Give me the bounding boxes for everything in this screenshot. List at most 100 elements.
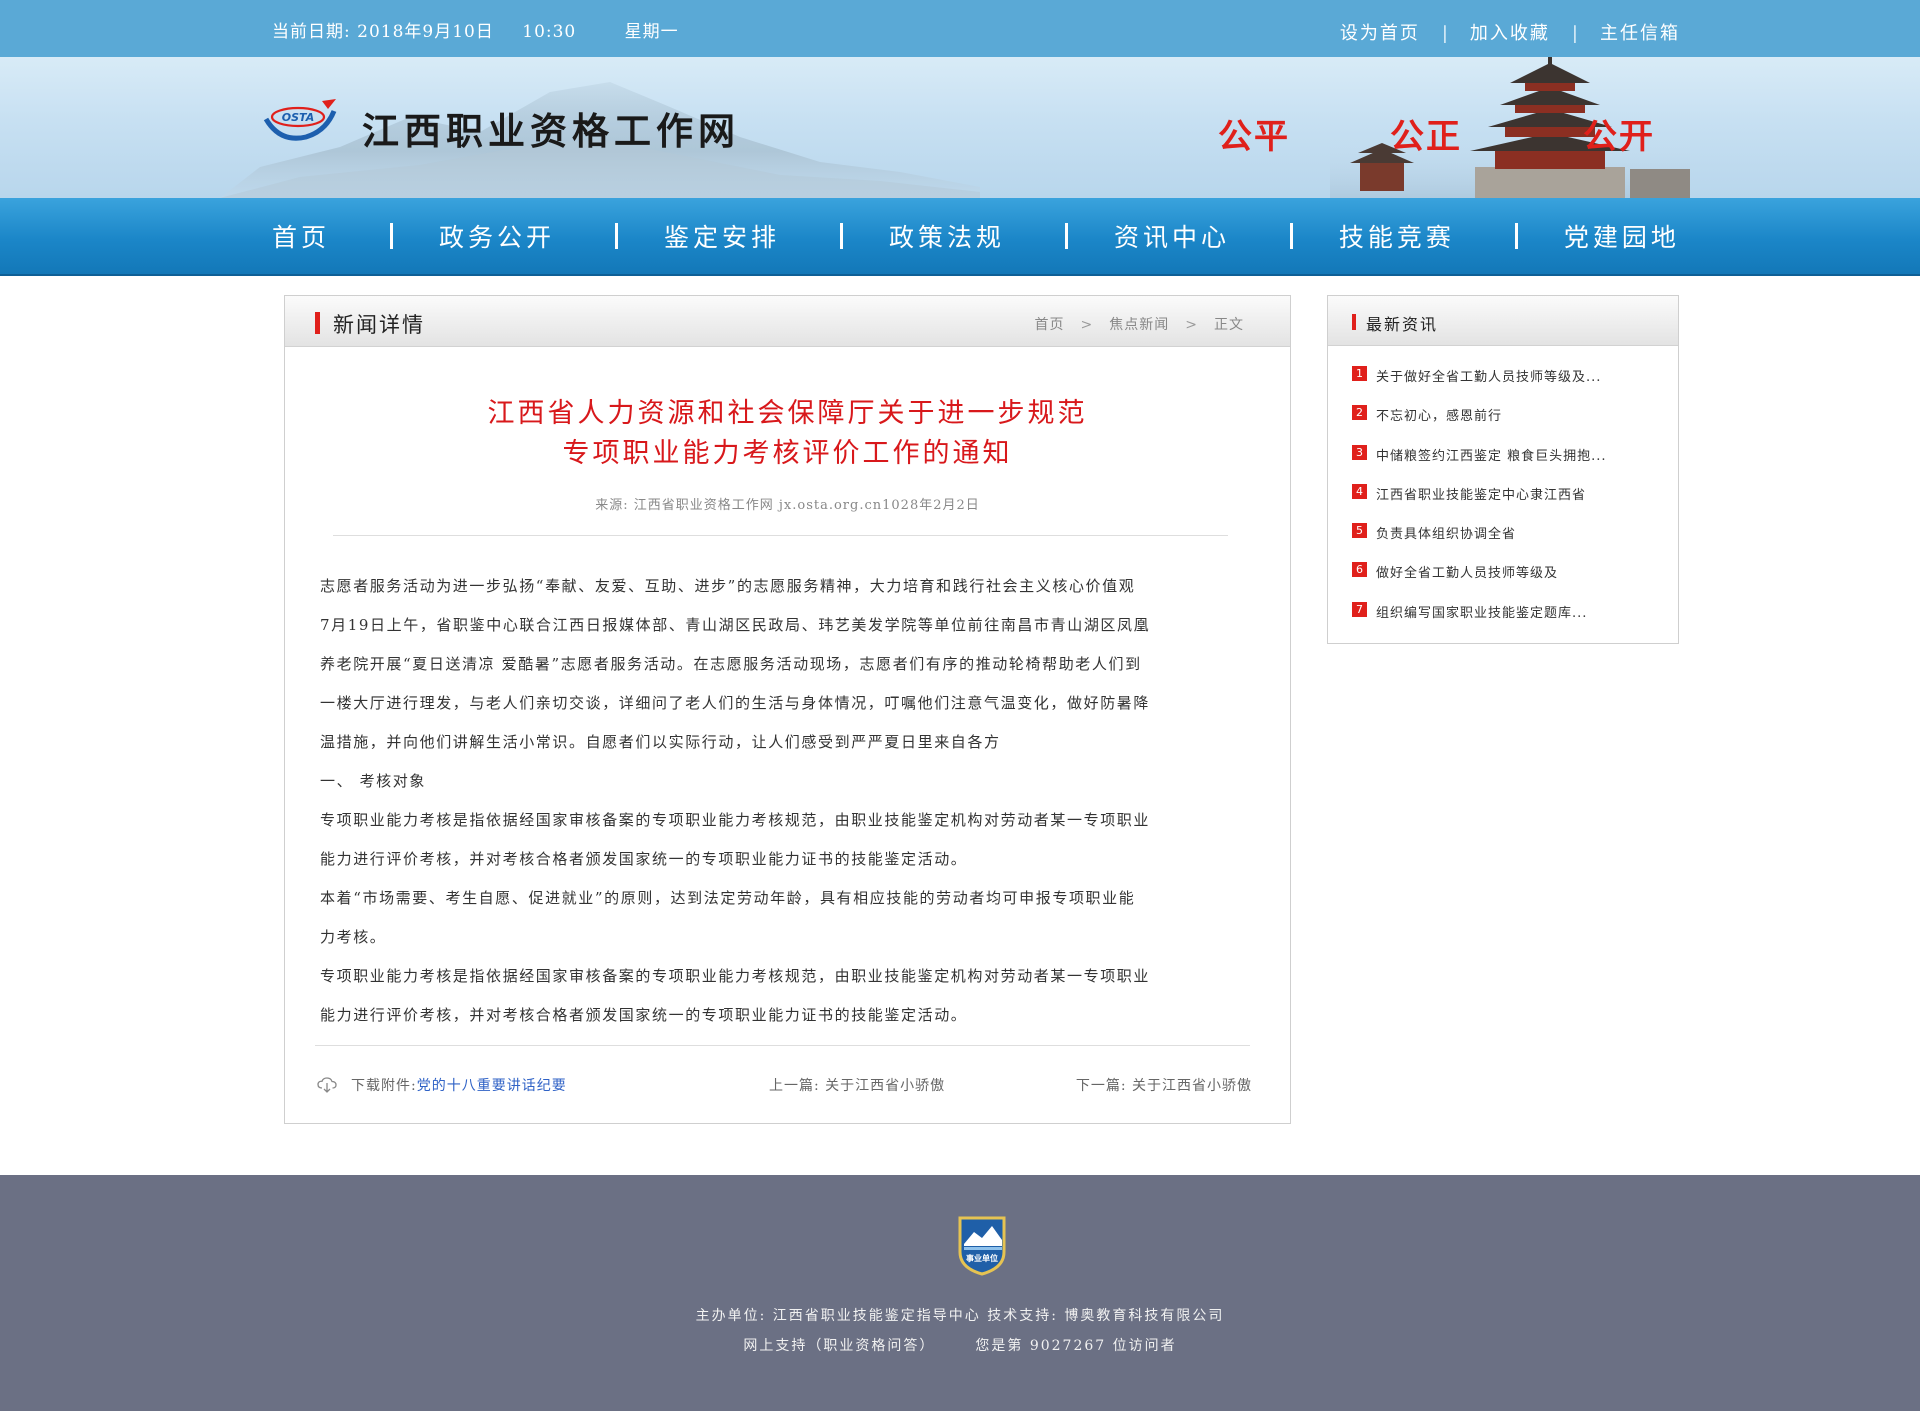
footer-organizer: 主办单位: 江西省职业技能鉴定指导中心 技术支持: 博奥教育科技有限公司 bbox=[695, 1308, 1225, 1324]
visitor-prefix: 您是第 bbox=[975, 1338, 1024, 1354]
news-item-title: 关于做好全省工勤人员技师等级及... bbox=[1376, 370, 1602, 385]
slogan-fair: 公平 bbox=[1218, 117, 1290, 157]
breadcrumb-current: 正文 bbox=[1214, 317, 1244, 333]
article-source: 来源: 江西省职业资格工作网 jx.osta.org.cn1028年2月2日 bbox=[595, 498, 980, 513]
nav-label: 政务公开 bbox=[438, 223, 555, 252]
latest-news-title: 最新资讯 bbox=[1366, 315, 1439, 334]
nav-item-policies[interactable]: 政策法规 bbox=[889, 218, 1068, 254]
visitor-count: 9027267 bbox=[1029, 1338, 1107, 1354]
public-institution-badge[interactable]: 事业单位 bbox=[956, 1214, 1008, 1276]
nav-divider bbox=[615, 223, 618, 249]
news-list-item[interactable]: 3 中储粮签约江西鉴定 粮食巨头拥抱... bbox=[1352, 444, 1672, 484]
article-paragraph: 专项职业能力考核是指依据经国家审核备案的专项职业能力考核规范，由职业技能鉴定机构… bbox=[320, 967, 1151, 985]
online-support-link[interactable]: 网上支持（职业资格问答） bbox=[743, 1338, 935, 1354]
article-section-heading: 一、 考核对象 bbox=[320, 772, 426, 790]
nav-item-skills-competition[interactable]: 技能竞赛 bbox=[1339, 218, 1518, 254]
article-panel-header: 新闻详情 首页 > 焦点新闻 > 正文 bbox=[285, 296, 1290, 347]
article-paragraph: 能力进行评价考核，并对考核合格者颁发国家统一的专项职业能力证书的技能鉴定活动。 bbox=[320, 850, 968, 868]
nav-label: 技能竞赛 bbox=[1338, 223, 1455, 252]
chevron-right-icon: > bbox=[1185, 317, 1198, 333]
visitor-suffix: 位访问者 bbox=[1112, 1338, 1177, 1354]
nav-label: 首页 bbox=[272, 223, 331, 252]
nav-label: 政策法规 bbox=[888, 223, 1005, 252]
nav-item-appraisal-schedule[interactable]: 鉴定安排 bbox=[664, 218, 843, 254]
badge-text: 事业单位 bbox=[966, 1253, 998, 1263]
nav-label: 鉴定安排 bbox=[663, 223, 780, 252]
top-links: 设为首页 | 加入收藏 | 主任信箱 bbox=[1340, 19, 1680, 45]
header-accent-bar bbox=[315, 312, 320, 334]
rank-badge: 3 bbox=[1352, 444, 1367, 460]
article-paragraph: 养老院开展“夏日送清凉 爱酷暑”志愿者服务活动。在志愿服务活动现场，志愿者们有序… bbox=[320, 655, 1142, 673]
nav-label: 资讯中心 bbox=[1113, 223, 1230, 252]
latest-news-panel: 最新资讯 1 关于做好全省工勤人员技师等级及... 2 不忘初心，感恩前行 3 中储粮… bbox=[1327, 295, 1679, 644]
rank-badge: 6 bbox=[1352, 562, 1367, 578]
link-separator: | bbox=[1441, 23, 1448, 44]
divider bbox=[315, 1045, 1250, 1046]
latest-news-header: 最新资讯 bbox=[1328, 296, 1678, 346]
article-title: 江西省人力资源和社会保障厅关于进一步规范 专项职业能力考核评价工作的通知 bbox=[285, 394, 1290, 474]
article-title-line: 江西省人力资源和社会保障厅关于进一步规范 bbox=[487, 398, 1088, 429]
news-list-item[interactable]: 1 关于做好全省工勤人员技师等级及... bbox=[1352, 366, 1672, 405]
article-paragraph: 志愿者服务活动为进一步弘扬“奉献、友爱、互助、进步”的志愿服务精神，大力培育和践… bbox=[320, 577, 1136, 595]
latest-news-list: 1 关于做好全省工勤人员技师等级及... 2 不忘初心，感恩前行 3 中储粮签约江西鉴… bbox=[1352, 366, 1672, 641]
news-list-item[interactable]: 4 江西省职业技能鉴定中心隶江西省 bbox=[1352, 483, 1672, 523]
divider bbox=[333, 535, 1228, 536]
rank-badge: 4 bbox=[1352, 483, 1367, 499]
article-paragraph: 一楼大厅进行理发，与老人们亲切交谈，详细问了老人们的生活与身体情况，叮嘱他们注意… bbox=[320, 694, 1151, 712]
article-paragraph: 能力进行评价考核，并对考核合格者颁发国家统一的专项职业能力证书的技能鉴定活动。 bbox=[320, 1006, 968, 1024]
news-item-title: 组织编写国家职业技能鉴定题库... bbox=[1376, 605, 1588, 621]
article-body: 志愿者服务活动为进一步弘扬“奉献、友爱、互助、进步”的志愿服务精神，大力培育和践… bbox=[320, 567, 1260, 1035]
director-mailbox-link[interactable]: 主任信箱 bbox=[1600, 23, 1680, 44]
article-footer: 下载附件: 党的十八重要讲话纪要 上一篇: 关于江西省小骄傲 下一篇: 关于江西省… bbox=[317, 1075, 1252, 1095]
main-nav: 首页 政务公开 鉴定安排 政策法规 资讯中心 技能竞赛 党建园地 bbox=[0, 198, 1920, 276]
logo-text: OSTA bbox=[282, 111, 314, 124]
header-accent-bar bbox=[1352, 314, 1356, 330]
news-list-item[interactable]: 7 组织编写国家职业技能鉴定题库... bbox=[1352, 601, 1672, 641]
top-bar: 当前日期: 2018年9月10日 10:30 星期一 设为首页 | 加入收藏 | 主任信… bbox=[0, 0, 1920, 57]
previous-article-link[interactable]: 上一篇: 关于江西省小骄傲 bbox=[769, 1075, 945, 1095]
current-time: 10:30 bbox=[522, 22, 577, 42]
date-label: 当前日期: 2018年9月10日 bbox=[272, 22, 494, 42]
nav-item-home[interactable]: 首页 bbox=[272, 218, 394, 254]
site-title: 江西职业资格工作网 bbox=[362, 109, 740, 153]
news-item-title: 中储粮签约江西鉴定 粮食巨头拥抱... bbox=[1376, 448, 1607, 464]
attachment: 下载附件: 党的十八重要讲话纪要 bbox=[317, 1075, 567, 1095]
news-list-item[interactable]: 5 负责具体组织协调全省 bbox=[1352, 523, 1672, 562]
attachment-label: 下载附件: bbox=[351, 1078, 417, 1094]
article-paragraph: 力考核。 bbox=[320, 928, 387, 946]
news-list-item[interactable]: 6 做好全省工勤人员技师等级及 bbox=[1352, 562, 1672, 601]
article-title-line: 专项职业能力考核评价工作的通知 bbox=[562, 438, 1013, 469]
next-article-link[interactable]: 下一篇: 关于江西省小骄傲 bbox=[1076, 1075, 1252, 1095]
add-favorite-link[interactable]: 加入收藏 bbox=[1470, 23, 1550, 44]
footer-stats: 网上支持（职业资格问答） 您是第 9027267 位访问者 bbox=[0, 1335, 1920, 1355]
nav-item-news-center[interactable]: 资讯中心 bbox=[1114, 218, 1293, 254]
rank-badge: 1 bbox=[1352, 366, 1367, 381]
set-homepage-link[interactable]: 设为首页 bbox=[1340, 23, 1420, 44]
chevron-right-icon: > bbox=[1080, 317, 1094, 333]
breadcrumb: 首页 > 焦点新闻 > 正文 bbox=[1035, 314, 1244, 334]
news-item-title: 负责具体组织协调全省 bbox=[1376, 527, 1517, 543]
weekday: 星期一 bbox=[624, 22, 679, 42]
nav-item-party-building[interactable]: 党建园地 bbox=[1564, 218, 1680, 254]
nav-divider bbox=[1289, 223, 1293, 249]
osta-logo[interactable]: OSTA bbox=[262, 97, 338, 145]
cloud-download-icon bbox=[317, 1077, 337, 1093]
article-paragraph: 专项职业能力考核是指依据经国家审核备案的专项职业能力考核规范，由职业技能鉴定机构… bbox=[320, 811, 1151, 829]
news-item-title: 不忘初心，感恩前行 bbox=[1376, 409, 1503, 425]
article-paragraph: 温措施，并向他们讲解生活小常识。自愿者们以实际行动，让人们感受到严严夏日里来自各… bbox=[320, 733, 1001, 751]
article-panel-title: 新闻详情 bbox=[333, 313, 425, 337]
article-paragraph: 本着“市场需要、考生自愿、促进就业”的原则，达到法定劳动年龄，具有相应技能的劳动… bbox=[320, 889, 1136, 907]
rank-badge: 7 bbox=[1352, 601, 1367, 617]
attachment-link[interactable]: 党的十八重要讲话纪要 bbox=[417, 1075, 567, 1095]
article-paragraph: 7月19日上午，省职鉴中心联合江西日报媒体部、青山湖区民政局、玮艺美发学院等单位… bbox=[320, 616, 1151, 634]
news-list-item[interactable]: 2 不忘初心，感恩前行 bbox=[1352, 405, 1672, 444]
rank-badge: 2 bbox=[1352, 405, 1367, 421]
slogan-just: 公正 bbox=[1390, 117, 1462, 157]
nav-divider bbox=[1514, 223, 1518, 249]
breadcrumb-home[interactable]: 首页 bbox=[1035, 317, 1065, 333]
breadcrumb-focus-news[interactable]: 焦点新闻 bbox=[1109, 317, 1169, 333]
rank-badge: 5 bbox=[1352, 523, 1367, 539]
nav-item-government-affairs[interactable]: 政务公开 bbox=[439, 218, 618, 254]
nav-divider bbox=[390, 223, 394, 249]
link-separator: | bbox=[1571, 23, 1578, 44]
